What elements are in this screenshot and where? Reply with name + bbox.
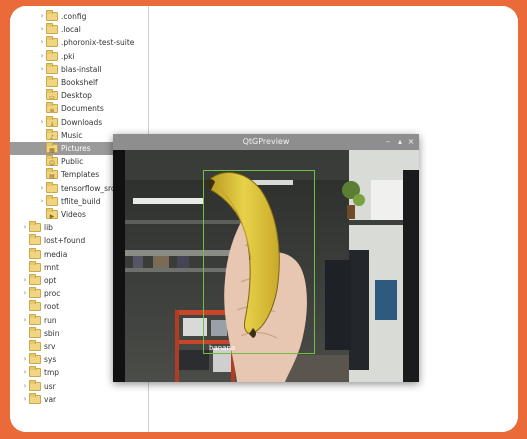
tree-item[interactable]: Bookshelf (10, 76, 148, 89)
preview-window: QtGPreview – ▴ × banana (113, 134, 419, 382)
tree-item-label: sys (44, 355, 57, 365)
minimize-button[interactable]: – (383, 134, 393, 150)
tree-item[interactable]: › blas-install (10, 62, 148, 76)
tree-item-label: lost+found (44, 236, 86, 246)
folder-icon (46, 194, 58, 206)
close-button[interactable]: × (406, 134, 416, 150)
chevron-right-icon[interactable]: › (21, 366, 29, 379)
documents-folder-icon: ≡ (46, 102, 58, 114)
desktop-folder-icon: ▭ (46, 89, 58, 101)
chevron-right-icon[interactable]: › (21, 393, 29, 406)
tree-item-label: Public (61, 157, 84, 167)
tree-item-label: blas-install (61, 64, 102, 74)
tree-item-label: tflite_build (61, 196, 101, 206)
tree-item-label: run (44, 315, 57, 325)
chevron-right-icon[interactable]: › (38, 23, 46, 36)
detection-bounding-box (203, 170, 315, 354)
file-manager-frame: › .config › .local › .phoronix-test-suite › .pk… (10, 6, 518, 432)
chevron-right-icon[interactable]: › (21, 314, 29, 327)
music-folder-icon: ♪ (46, 128, 58, 141)
tree-item-label: tmp (44, 368, 60, 378)
tree-item-label: srv (44, 342, 56, 351)
folder-icon (46, 62, 58, 74)
chevron-right-icon[interactable]: › (38, 36, 46, 49)
folder-icon (29, 247, 41, 259)
folder-icon (29, 392, 41, 404)
downloads-folder-icon: ↓ (46, 115, 58, 128)
tree-item-label: mnt (44, 262, 59, 272)
tree-item-label: root (44, 302, 60, 312)
folder-icon (46, 36, 58, 48)
chevron-right-icon[interactable]: › (38, 195, 46, 208)
folder-icon (29, 313, 41, 325)
tree-item[interactable]: › ↓ Downloads (10, 115, 148, 129)
preview-titlebar[interactable]: QtGPreview – ▴ × (113, 134, 419, 150)
maximize-button[interactable]: ▴ (395, 134, 405, 150)
chevron-right-icon[interactable]: › (38, 182, 46, 195)
folder-icon (29, 234, 41, 246)
folder-icon (29, 379, 41, 391)
folder-icon (46, 76, 58, 87)
folder-icon (46, 23, 58, 35)
tree-item[interactable]: › var (10, 392, 148, 406)
tree-item-label: Videos (61, 210, 86, 219)
chevron-right-icon[interactable]: › (21, 274, 29, 287)
chevron-right-icon[interactable]: › (38, 116, 46, 129)
tree-item-label: var (44, 394, 57, 404)
tree-item-label: .config (61, 12, 87, 21)
chevron-right-icon[interactable]: › (21, 380, 29, 393)
chevron-right-icon[interactable]: › (21, 353, 29, 366)
folder-icon (46, 181, 58, 193)
tree-item-label: lib (44, 223, 53, 233)
tree-item-label: Templates (61, 170, 100, 180)
folder-icon (29, 353, 41, 365)
tree-item-label: Music (61, 130, 83, 140)
folder-icon (29, 260, 41, 272)
tree-item[interactable]: ▭ Desktop (10, 89, 148, 102)
folder-icon (29, 366, 41, 378)
tree-item-label: Downloads (61, 117, 103, 127)
preview-window-title: QtGPreview (242, 137, 290, 146)
public-folder-icon: ☺ (46, 155, 58, 167)
tree-item-label: Bookshelf (61, 78, 98, 87)
tree-item[interactable]: › .pki (10, 49, 148, 63)
chevron-right-icon[interactable]: › (38, 50, 46, 63)
tree-item-label: .pki (61, 51, 75, 61)
folder-icon (29, 300, 41, 312)
tree-item[interactable]: ≡ Documents (10, 102, 148, 115)
tree-item-label: usr (44, 381, 56, 391)
tree-item[interactable]: › .config (10, 10, 148, 23)
tree-item-label: media (44, 249, 68, 259)
folder-icon (29, 287, 41, 299)
templates-folder-icon: ▤ (46, 168, 58, 180)
folder-icon (29, 221, 41, 233)
tree-item-label: tensorflow_src (61, 183, 116, 193)
tree-item-label: sbin (44, 328, 60, 338)
folder-icon (29, 326, 41, 338)
tree-item-label: .local (61, 25, 81, 35)
folder-icon (29, 340, 41, 351)
tree-item-label: Desktop (61, 91, 92, 101)
tree-item-label: Pictures (61, 144, 91, 153)
chevron-right-icon[interactable]: › (38, 10, 46, 23)
tree-item-label: .phoronix-test-suite (61, 38, 135, 48)
chevron-right-icon[interactable]: › (38, 63, 46, 76)
folder-icon (46, 49, 58, 61)
tree-item-label: opt (44, 276, 57, 285)
folder-icon (29, 274, 41, 285)
tree-item-label: proc (44, 289, 61, 299)
chevron-right-icon[interactable]: › (21, 221, 29, 234)
pictures-folder-icon: ▦ (46, 142, 58, 154)
chevron-right-icon[interactable]: › (21, 287, 29, 300)
tree-item[interactable]: › .local (10, 23, 148, 36)
tree-item[interactable]: › .phoronix-test-suite (10, 36, 148, 49)
detection-label: banana (209, 344, 236, 352)
camera-feed: banana (113, 150, 419, 382)
videos-folder-icon: ▶ (46, 208, 58, 220)
folder-icon (46, 10, 58, 21)
tree-item-label: Documents (61, 104, 104, 114)
